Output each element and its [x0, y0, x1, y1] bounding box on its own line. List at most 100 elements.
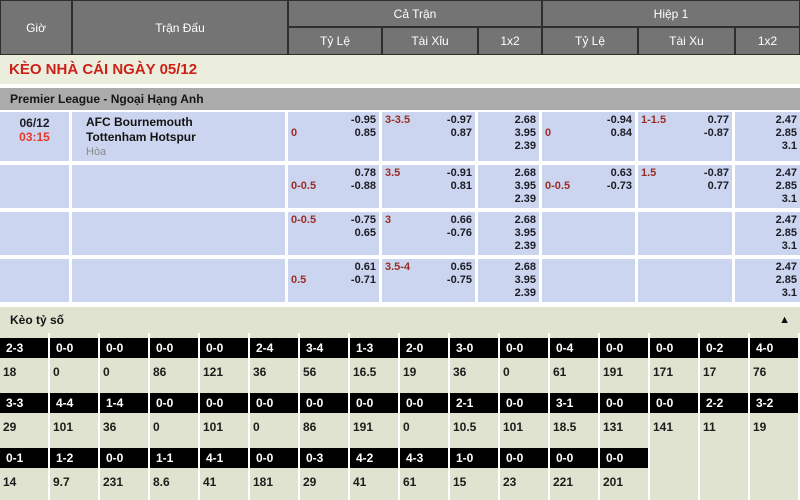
ft-handicap-cell[interactable]: 0.610.5-0.71	[288, 259, 382, 306]
score-odd-value[interactable]: 18	[0, 358, 50, 388]
score-cell[interactable]: 0-0	[500, 443, 550, 468]
score-odd-value[interactable]: 15	[450, 468, 500, 498]
h1-overunder-cell[interactable]: 1.5-0.870.77	[638, 165, 735, 212]
score-odd-value[interactable]: 56	[300, 358, 350, 388]
ft-1x2-cell[interactable]: 2.683.952.39	[478, 112, 542, 165]
score-cell[interactable]: 0-0	[200, 388, 250, 413]
ft-overunder-cell[interactable]: 3.5-0.910.81	[382, 165, 478, 212]
score-cell[interactable]: 0-0	[600, 333, 650, 358]
score-odd-value[interactable]: 8.6	[150, 468, 200, 498]
score-odd-value[interactable]: 231	[100, 468, 150, 498]
score-cell[interactable]: 0-0	[50, 333, 100, 358]
h1-overunder-cell[interactable]	[638, 259, 735, 306]
score-odd-value[interactable]: 141	[650, 413, 700, 443]
ft-overunder-cell[interactable]: 30.66-0.76	[382, 212, 478, 259]
score-cell[interactable]: 0-1	[0, 443, 50, 468]
score-cell[interactable]: 3-3	[0, 388, 50, 413]
score-odd-value[interactable]: 19	[750, 413, 800, 443]
score-odd-value[interactable]: 86	[150, 358, 200, 388]
score-odd-value[interactable]: 221	[550, 468, 600, 498]
ft-overunder-cell[interactable]: 3.5-40.65-0.75	[382, 259, 478, 306]
score-odd-value[interactable]: 181	[250, 468, 300, 498]
score-cell[interactable]: 1-1	[150, 443, 200, 468]
score-odd-value[interactable]: 0	[50, 358, 100, 388]
score-cell[interactable]: 0-0	[550, 443, 600, 468]
score-cell[interactable]: 1-0	[450, 443, 500, 468]
ft-overunder-cell[interactable]: 3-3.5-0.970.87	[382, 112, 478, 165]
score-cell[interactable]: 0-0	[600, 443, 650, 468]
score-odd-value[interactable]: 14	[0, 468, 50, 498]
score-cell[interactable]: 3-0	[450, 333, 500, 358]
score-cell[interactable]: 2-2	[700, 388, 750, 413]
ft-handicap-cell[interactable]: 0.780-0.5-0.88	[288, 165, 382, 212]
score-cell[interactable]: 1-2	[50, 443, 100, 468]
score-cell[interactable]: 4-1	[200, 443, 250, 468]
score-cell[interactable]: 0-0	[250, 388, 300, 413]
score-cell[interactable]: 0-0	[250, 443, 300, 468]
score-cell[interactable]: 0-2	[700, 333, 750, 358]
h1-1x2-cell[interactable]: 2.472.853.1	[735, 212, 800, 259]
score-cell[interactable]: 2-1	[450, 388, 500, 413]
score-odd-value[interactable]: 41	[350, 468, 400, 498]
score-cell[interactable]: 4-2	[350, 443, 400, 468]
ft-handicap-cell[interactable]: -0.9500.85	[288, 112, 382, 165]
score-odd-value[interactable]: 201	[600, 468, 650, 498]
score-odd-value[interactable]: 36	[450, 358, 500, 388]
h1-overunder-cell[interactable]	[638, 212, 735, 259]
score-cell[interactable]: 0-0	[500, 333, 550, 358]
h1-1x2-cell[interactable]: 2.472.853.1	[735, 259, 800, 306]
score-cell[interactable]: 0-0	[150, 388, 200, 413]
score-odd-value[interactable]: 101	[50, 413, 100, 443]
score-odd-value[interactable]: 41	[200, 468, 250, 498]
score-cell[interactable]: 0-0	[150, 333, 200, 358]
score-odd-value[interactable]: 19	[400, 358, 450, 388]
score-odd-value[interactable]: 11	[700, 413, 750, 443]
score-cell[interactable]: 3-2	[750, 388, 800, 413]
score-odd-value[interactable]: 18.5	[550, 413, 600, 443]
score-odd-value[interactable]: 36	[100, 413, 150, 443]
score-cell[interactable]: 2-0	[400, 333, 450, 358]
h1-handicap-cell[interactable]: -0.9400.84	[542, 112, 638, 165]
score-odd-value[interactable]: 0	[400, 413, 450, 443]
score-cell[interactable]: 0-0	[650, 388, 700, 413]
ft-1x2-cell[interactable]: 2.683.952.39	[478, 165, 542, 212]
h1-handicap-cell[interactable]	[542, 212, 638, 259]
score-cell[interactable]: 0-0	[300, 388, 350, 413]
score-odd-value[interactable]: 191	[600, 358, 650, 388]
score-cell[interactable]: 4-0	[750, 333, 800, 358]
score-odd-value[interactable]: 101	[500, 413, 550, 443]
score-odd-value[interactable]: 16.5	[350, 358, 400, 388]
h1-handicap-cell[interactable]: 0.630-0.5-0.73	[542, 165, 638, 212]
score-cell[interactable]: 1-3	[350, 333, 400, 358]
score-cell[interactable]: 0-3	[300, 443, 350, 468]
score-odd-value[interactable]: 29	[0, 413, 50, 443]
score-cell[interactable]: 2-3	[0, 333, 50, 358]
score-cell[interactable]: 2-4	[250, 333, 300, 358]
score-odd-value[interactable]: 191	[350, 413, 400, 443]
score-odd-value[interactable]: 36	[250, 358, 300, 388]
collapse-triangle-icon[interactable]: ▲	[779, 314, 790, 326]
score-cell[interactable]: 1-4	[100, 388, 150, 413]
score-cell[interactable]: 0-0	[100, 443, 150, 468]
score-cell[interactable]: 3-4	[300, 333, 350, 358]
score-odd-value[interactable]: 0	[150, 413, 200, 443]
h1-1x2-cell[interactable]: 2.472.853.1	[735, 112, 800, 165]
score-odd-value[interactable]: 131	[600, 413, 650, 443]
score-odd-value[interactable]: 17	[700, 358, 750, 388]
score-odd-value[interactable]: 9.7	[50, 468, 100, 498]
score-odd-value[interactable]: 76	[750, 358, 800, 388]
score-odd-value[interactable]: 0	[100, 358, 150, 388]
ft-1x2-cell[interactable]: 2.683.952.39	[478, 259, 542, 306]
score-odd-value[interactable]: 0	[500, 358, 550, 388]
score-odd-value[interactable]: 29	[300, 468, 350, 498]
score-odd-value[interactable]: 0	[250, 413, 300, 443]
score-cell[interactable]: 4-3	[400, 443, 450, 468]
score-cell[interactable]: 0-0	[200, 333, 250, 358]
score-cell[interactable]: 4-4	[50, 388, 100, 413]
score-odd-value[interactable]: 61	[550, 358, 600, 388]
score-cell[interactable]: 0-4	[550, 333, 600, 358]
ft-handicap-cell[interactable]: 0-0.5-0.750.65	[288, 212, 382, 259]
score-cell[interactable]: 0-0	[400, 388, 450, 413]
score-odd-value[interactable]: 10.5	[450, 413, 500, 443]
score-odd-value[interactable]: 121	[200, 358, 250, 388]
